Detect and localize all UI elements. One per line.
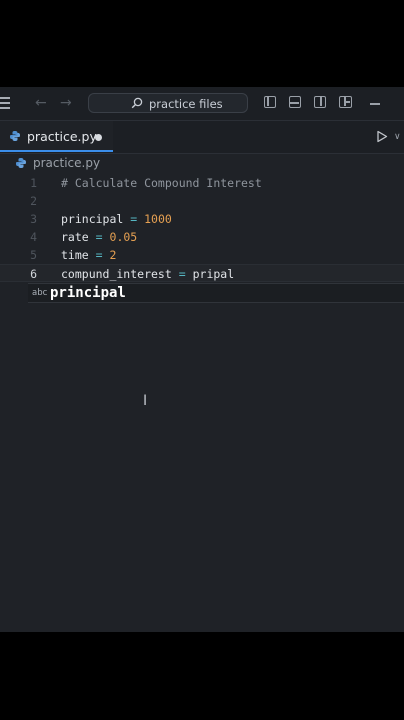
code-variable: compund_interest	[61, 267, 172, 281]
code-line-active: 6 compund_interest = pripal	[0, 264, 404, 282]
code-number: 2	[109, 248, 117, 262]
code-text: rate = 0.05	[61, 228, 137, 246]
code-variable: time	[61, 248, 89, 262]
chevron-down-icon[interactable]: ∨	[394, 132, 401, 142]
code-variable: rate	[61, 230, 89, 244]
code-line: 2	[0, 192, 404, 210]
editor-window: ← → practice files practice.py ∨ practic…	[0, 87, 404, 632]
code-line: 5 time = 2	[0, 246, 404, 264]
toggle-secondary-sidebar-icon[interactable]	[314, 96, 326, 108]
code-text: principal = 1000	[61, 210, 172, 228]
forward-arrow-icon[interactable]: →	[60, 96, 72, 110]
toggle-primary-sidebar-icon[interactable]	[264, 96, 276, 108]
search-placeholder: practice files	[149, 97, 223, 111]
line-number: 3	[30, 212, 37, 226]
back-arrow-icon[interactable]: ←	[35, 96, 47, 110]
code-number: 0.05	[109, 230, 138, 244]
autocomplete-suggestion[interactable]: abc principal	[28, 283, 404, 303]
tab-practice-py[interactable]: practice.py	[0, 121, 113, 152]
code-line: 3 principal = 1000	[0, 210, 404, 228]
python-file-icon	[10, 131, 20, 141]
run-icon[interactable]	[376, 130, 388, 143]
menu-icon[interactable]	[0, 97, 10, 109]
toggle-panel-icon[interactable]	[289, 96, 301, 108]
code-editor[interactable]: 1 # Calculate Compound Interest 2 3 prin…	[0, 174, 404, 632]
code-line: 1 # Calculate Compound Interest	[0, 174, 404, 192]
code-variable: principal	[61, 212, 124, 226]
breadcrumb-file[interactable]: practice.py	[33, 156, 100, 170]
customize-layout-icon[interactable]	[339, 96, 352, 108]
code-number: 1000	[144, 212, 172, 226]
mouse-cursor-icon: I	[143, 393, 148, 409]
line-number: 5	[30, 248, 37, 262]
code-operator: =	[95, 248, 103, 262]
breadcrumb: practice.py	[0, 154, 404, 174]
minimize-icon[interactable]	[370, 103, 380, 105]
code-operator: =	[95, 230, 103, 244]
line-number: 6	[30, 267, 37, 281]
code-operator: =	[178, 267, 186, 281]
python-file-icon	[16, 158, 26, 168]
tab-label: practice.py	[27, 129, 97, 144]
suggestion-label: principal	[50, 285, 126, 301]
tab-bar: practice.py ∨	[0, 121, 404, 154]
code-comment: # Calculate Compound Interest	[61, 176, 262, 190]
command-center-search[interactable]: practice files	[88, 93, 248, 113]
line-number: 1	[30, 176, 37, 190]
code-operator: =	[130, 212, 138, 226]
text-kind-icon: abc	[32, 288, 48, 298]
line-number: 2	[30, 194, 37, 208]
line-number: 4	[30, 230, 37, 244]
code-typed-text: pripal	[192, 267, 235, 281]
title-bar: ← → practice files	[0, 87, 404, 121]
code-line: 4 rate = 0.05	[0, 228, 404, 246]
code-text: time = 2	[61, 246, 116, 264]
unsaved-dot-icon[interactable]	[95, 134, 102, 141]
code-text: compund_interest = pripal	[61, 265, 234, 283]
search-icon	[131, 97, 143, 109]
